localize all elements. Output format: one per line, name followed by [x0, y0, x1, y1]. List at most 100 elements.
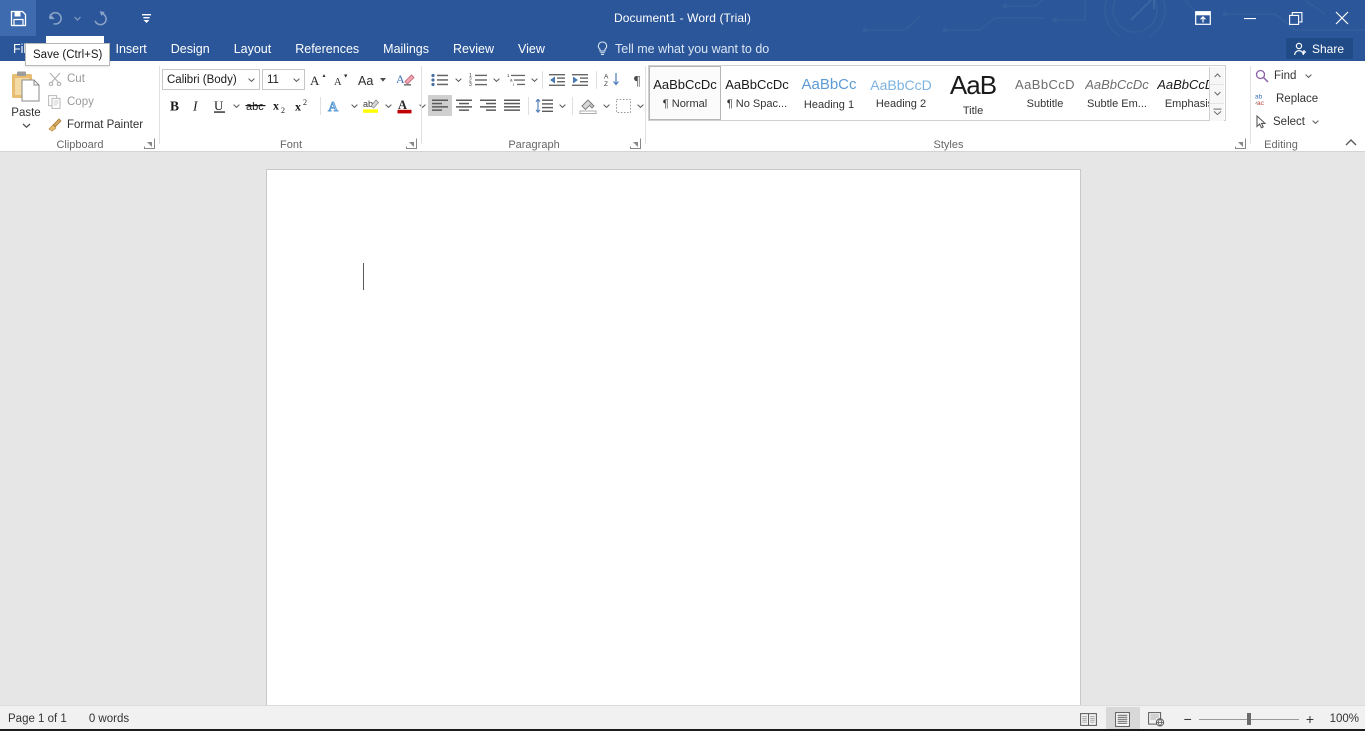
format-painter-button[interactable]: Format Painter	[48, 115, 143, 135]
bullets-dropdown[interactable]	[452, 69, 464, 90]
tab-references[interactable]: References	[283, 36, 371, 61]
numbering-dropdown[interactable]	[490, 69, 502, 90]
underline-button[interactable]: U	[208, 95, 230, 116]
tab-layout[interactable]: Layout	[222, 36, 284, 61]
font-dialog-launcher[interactable]	[406, 138, 417, 149]
zoom-slider-thumb[interactable]	[1247, 713, 1251, 725]
tab-review[interactable]: Review	[441, 36, 506, 61]
line-spacing-dropdown[interactable]	[556, 95, 568, 116]
sort-button[interactable]: A Z	[600, 69, 624, 90]
style-subtitle[interactable]: AaBbCcD Subtitle	[1009, 66, 1081, 120]
web-layout-button[interactable]	[1140, 707, 1174, 731]
tab-mailings[interactable]: Mailings	[371, 36, 441, 61]
style-no-spacing[interactable]: AaBbCcDc ¶ No Spac...	[721, 66, 793, 120]
close-button[interactable]	[1319, 0, 1365, 36]
styles-scroll-down-button[interactable]	[1210, 85, 1224, 103]
line-spacing-button[interactable]	[532, 95, 556, 116]
text-highlight-dropdown[interactable]	[382, 95, 394, 116]
tab-view[interactable]: View	[506, 36, 557, 61]
clipboard-icon	[10, 70, 42, 104]
italic-button[interactable]: I	[186, 95, 208, 116]
zoom-level[interactable]: 100%	[1325, 713, 1359, 725]
share-button[interactable]: Share	[1286, 38, 1353, 59]
strikethrough-button[interactable]: abc	[244, 95, 268, 116]
align-left-button[interactable]	[428, 95, 452, 116]
word-count[interactable]: 0 words	[89, 713, 129, 725]
paragraph-inner-separator-4	[572, 97, 573, 115]
font-size-input[interactable]: 11	[262, 69, 305, 90]
shading-dropdown[interactable]	[600, 95, 612, 116]
justify-button[interactable]	[500, 95, 524, 116]
styles-more-button[interactable]	[1210, 104, 1224, 121]
grow-font-button[interactable]: A	[308, 69, 329, 90]
print-layout-button[interactable]	[1106, 707, 1140, 731]
paste-dropdown-arrow-icon[interactable]	[22, 123, 31, 128]
style-subtle-emphasis[interactable]: AaBbCcDc Subtle Em...	[1081, 66, 1153, 120]
underline-dropdown[interactable]	[230, 95, 242, 116]
svg-text:A: A	[396, 72, 405, 86]
bullets-button[interactable]	[428, 69, 452, 90]
paragraph-inner-separator-2	[596, 71, 597, 89]
ribbon-display-options-button[interactable]	[1179, 0, 1227, 36]
numbering-button[interactable]: 1 2 3	[466, 69, 490, 90]
document-page[interactable]	[266, 169, 1081, 705]
change-case-button[interactable]: Aa	[356, 69, 390, 90]
increase-indent-button[interactable]	[569, 69, 592, 90]
shading-button[interactable]	[576, 95, 600, 116]
align-center-button[interactable]	[452, 95, 476, 116]
chevron-down-icon[interactable]	[248, 78, 255, 82]
text-effects-button[interactable]: A	[324, 95, 348, 116]
styles-scroll-up-button[interactable]	[1210, 67, 1224, 85]
find-button[interactable]: Find	[1255, 65, 1312, 86]
style-title[interactable]: AaB Title	[937, 66, 1009, 120]
decrease-indent-button[interactable]	[546, 69, 569, 90]
text-effects-dropdown[interactable]	[348, 95, 360, 116]
read-mode-button[interactable]	[1072, 707, 1106, 731]
chevron-down-icon[interactable]	[293, 78, 300, 82]
font-color-button[interactable]: A	[394, 95, 416, 116]
superscript-button[interactable]: x 2	[292, 95, 314, 116]
bold-button[interactable]: B	[164, 95, 186, 116]
save-button[interactable]	[0, 0, 36, 36]
select-button[interactable]: Select	[1255, 111, 1319, 132]
cut-button[interactable]: Cut	[48, 69, 85, 89]
style-heading-1[interactable]: AaBbCc Heading 1	[793, 66, 865, 120]
paintbrush-icon	[48, 118, 62, 132]
chevron-down-icon[interactable]	[1305, 74, 1312, 78]
undo-dropdown[interactable]	[72, 0, 82, 36]
align-right-button[interactable]	[476, 95, 500, 116]
font-name-input[interactable]: Calibri (Body)	[162, 69, 260, 90]
clear-formatting-button[interactable]: A	[394, 69, 417, 90]
chevron-down-icon[interactable]	[1312, 120, 1319, 124]
paragraph-dialog-launcher[interactable]	[630, 138, 641, 149]
tab-insert[interactable]: Insert	[104, 36, 159, 61]
minimize-button[interactable]	[1227, 0, 1273, 36]
style-normal[interactable]: AaBbCcDc ¶ Normal	[649, 66, 721, 120]
undo-button[interactable]	[36, 0, 72, 36]
copy-button[interactable]: Copy	[48, 92, 94, 112]
multilevel-list-dropdown[interactable]	[528, 69, 540, 90]
tab-design[interactable]: Design	[159, 36, 222, 61]
tell-me-search[interactable]: Tell me what you want to do	[597, 36, 769, 61]
shrink-font-button[interactable]: A	[330, 69, 351, 90]
borders-button[interactable]	[612, 95, 634, 116]
style-heading-2[interactable]: AaBbCcD Heading 2	[865, 66, 937, 120]
collapse-ribbon-button[interactable]	[1343, 136, 1359, 150]
text-highlight-color-button[interactable]: ab	[360, 95, 382, 116]
zoom-slider[interactable]	[1199, 712, 1299, 726]
zoom-out-button[interactable]: −	[1184, 711, 1192, 727]
share-label: Share	[1312, 42, 1344, 56]
page-indicator[interactable]: Page 1 of 1	[8, 713, 67, 725]
restore-button[interactable]	[1273, 0, 1319, 36]
zoom-in-button[interactable]: +	[1306, 711, 1314, 727]
title-bar: Document1 - Word (Trial)	[0, 0, 1365, 36]
svg-text:ab: ab	[363, 99, 373, 109]
replace-button[interactable]: ab ac Replace	[1255, 88, 1318, 109]
redo-button[interactable]	[82, 0, 118, 36]
multilevel-list-button[interactable]: 1 a i	[504, 69, 528, 90]
customize-quick-access-toolbar-button[interactable]	[132, 0, 160, 36]
clipboard-dialog-launcher[interactable]	[144, 138, 155, 149]
style-preview: AaBbCcDc	[725, 78, 789, 92]
subscript-button[interactable]: x 2	[270, 95, 292, 116]
paste-button[interactable]: Paste	[4, 65, 48, 141]
